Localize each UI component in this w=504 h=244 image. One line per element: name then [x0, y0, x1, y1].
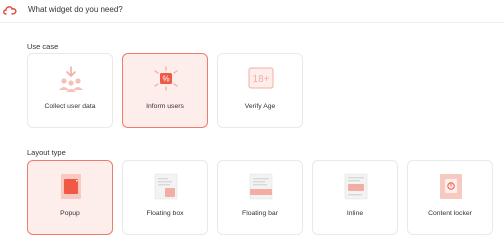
card-label: Collect user data [44, 103, 96, 110]
use-case-inform-users[interactable]: % Inform users [122, 53, 208, 128]
card-label: Content locker [428, 210, 472, 217]
content-locker-icon [440, 174, 462, 199]
inline-icon [344, 173, 368, 200]
layout-floating-box[interactable]: Floating box [122, 160, 208, 235]
users-download-icon [59, 66, 83, 92]
page-title: What widget do you need? [28, 5, 123, 14]
popup-icon [61, 174, 81, 199]
svg-text:18+: 18+ [253, 74, 270, 85]
cloud-logo-icon [3, 6, 17, 15]
use-case-verify-age[interactable]: 18+ Verify Age [217, 53, 303, 128]
card-label: Verify Age [244, 103, 276, 110]
floating-bar-icon [249, 173, 273, 200]
age-18-plus-icon: 18+ [248, 67, 274, 89]
layout-content-locker[interactable]: Content locker [407, 160, 493, 235]
card-label: Inline [346, 210, 364, 217]
layout-floating-bar[interactable]: Floating bar [217, 160, 303, 235]
top-bar: What widget do you need? [0, 0, 504, 22]
card-label: Popup [60, 210, 80, 217]
percent-badge-icon: % [154, 66, 178, 91]
card-label: Floating box [146, 210, 184, 217]
header-divider [0, 22, 504, 23]
card-label: Inform users [146, 103, 184, 110]
svg-text:%: % [162, 75, 169, 84]
layout-popup[interactable]: Popup [27, 160, 113, 235]
layout-inline[interactable]: Inline [312, 160, 398, 235]
layout-type-heading: Layout type [27, 148, 66, 157]
use-case-collect-user-data[interactable]: Collect user data [27, 53, 113, 128]
card-label: Floating bar [242, 210, 278, 217]
use-case-heading: Use case [27, 42, 59, 51]
floating-box-icon [154, 173, 178, 200]
